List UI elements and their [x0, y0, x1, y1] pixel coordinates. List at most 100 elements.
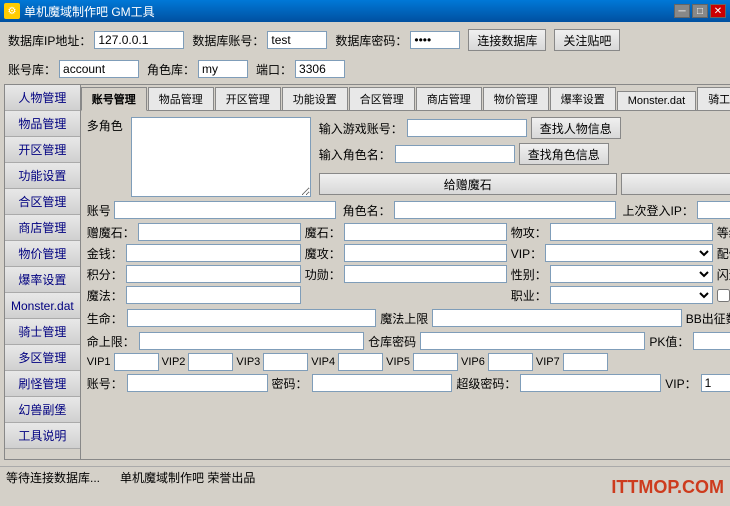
super-password-input[interactable] — [520, 374, 661, 392]
vip2-label: VIP2 — [162, 356, 186, 368]
account-field-input[interactable] — [114, 201, 336, 219]
warehouse-pass-input[interactable] — [420, 332, 645, 350]
vip5-input[interactable] — [413, 353, 458, 371]
bb-label: BB出征数 — [686, 310, 730, 327]
gm-checkbox[interactable] — [717, 289, 730, 302]
pk-input[interactable] — [693, 332, 730, 350]
title-bar: ⚙ 单机魔域制作吧 GM工具 ─ □ ✕ — [0, 0, 730, 22]
tab-functions[interactable]: 功能设置 — [282, 87, 348, 110]
app-icon: ⚙ — [4, 3, 20, 19]
sidebar-item-shop[interactable]: 商店管理 — [5, 215, 80, 241]
achieve-label: 功勋： — [305, 266, 341, 283]
account-info-row: 账号 角色名： 上次登入IP： — [87, 201, 730, 219]
vip6-input[interactable] — [488, 353, 533, 371]
multi-char-textarea[interactable] — [131, 117, 311, 197]
account-lib-input[interactable] — [59, 60, 139, 78]
db-ip-label: 数据库IP地址： — [8, 32, 91, 49]
job-row: 职业： — [511, 286, 713, 304]
magic-limit-input[interactable] — [432, 309, 682, 327]
points-label: 积分： — [87, 266, 123, 283]
form-section-top: 多角色 输入游戏账号： 查找人物信息 输入角色名： 查找角色信息 — [87, 117, 730, 197]
gender-row: 性别： — [511, 265, 713, 283]
money-input[interactable] — [126, 244, 301, 262]
main-container: 数据库IP地址： 数据库账号： 数据库密码： 连接数据库 关注贴吧 账号库： 角… — [0, 22, 730, 464]
sidebar-item-character[interactable]: 人物管理 — [5, 85, 80, 111]
sidebar-item-items[interactable]: 物品管理 — [5, 111, 80, 137]
tab-droprate[interactable]: 爆率设置 — [550, 87, 616, 110]
phys-atk-input[interactable] — [550, 223, 713, 241]
vip6-label: VIP6 — [461, 356, 485, 368]
gift-magic-stone-button[interactable]: 给赠魔石 — [319, 173, 617, 195]
connect-db-button[interactable]: 连接数据库 — [468, 29, 546, 51]
minimize-button[interactable]: ─ — [674, 4, 690, 18]
role-lib-input[interactable] — [198, 60, 248, 78]
vip4-input[interactable] — [338, 353, 383, 371]
gift-magic-stone2-button[interactable]: 给魔石 — [621, 173, 730, 195]
port-input[interactable] — [295, 60, 345, 78]
watermark: ITTMOP.COM — [611, 477, 724, 498]
gift-stone-input[interactable] — [138, 223, 301, 241]
checkbox-row: GM选择 封帖号 — [717, 286, 730, 304]
vip2-input[interactable] — [188, 353, 233, 371]
vip-section: VIP1 VIP2 VIP3 VIP4 VIP5 VIP6 — [87, 353, 730, 450]
sidebar-item-monster-dat[interactable]: Monster.dat — [5, 293, 80, 319]
sidebar-item-spawn[interactable]: 刷怪管理 — [5, 371, 80, 397]
vip4-label: VIP4 — [311, 356, 335, 368]
tab-items[interactable]: 物品管理 — [148, 87, 214, 110]
find-role-button[interactable]: 查找角色信息 — [519, 143, 609, 165]
points-input[interactable] — [126, 265, 301, 283]
vip7-label: VIP7 — [536, 356, 560, 368]
job-select[interactable] — [550, 286, 713, 304]
sidebar-item-multizone[interactable]: 多区管理 — [5, 345, 80, 371]
tab-mergezone[interactable]: 合区管理 — [349, 87, 415, 110]
bottom-account-input[interactable] — [127, 374, 268, 392]
find-player-button[interactable]: 查找人物信息 — [531, 117, 621, 139]
maximize-button[interactable]: □ — [692, 4, 708, 18]
life-top-input[interactable] — [139, 332, 364, 350]
role-name-field-input[interactable] — [394, 201, 616, 219]
db-password-input[interactable] — [410, 31, 460, 49]
game-account-input[interactable] — [407, 119, 527, 137]
tab-prices[interactable]: 物价管理 — [483, 87, 549, 110]
bottom-password-label: 密码： — [272, 375, 308, 392]
db-account-input[interactable] — [267, 31, 327, 49]
spouse-row: 配偶： — [717, 244, 730, 262]
sidebar-item-droprate[interactable]: 爆率设置 — [5, 267, 80, 293]
right-panel: 账号管理 物品管理 开区管理 功能设置 合区管理 商店管理 物价管理 爆率设置 … — [80, 84, 730, 460]
sidebar-item-knight[interactable]: 骑士管理 — [5, 319, 80, 345]
flash-row: 闪速： — [717, 265, 730, 283]
role-name-field-label: 角色名： — [343, 202, 391, 219]
mag-atk-input[interactable] — [344, 244, 507, 262]
bottom-password-input[interactable] — [312, 374, 453, 392]
magic-stone-input[interactable] — [344, 223, 507, 241]
vip3-label: VIP3 — [236, 356, 260, 368]
vip7-input[interactable] — [563, 353, 608, 371]
sidebar-item-prices[interactable]: 物价管理 — [5, 241, 80, 267]
tab-account-management[interactable]: 账号管理 — [81, 87, 147, 111]
tab-shop[interactable]: 商店管理 — [416, 87, 482, 110]
tab-monster-dat[interactable]: Monster.dat — [617, 91, 696, 110]
vip-select[interactable] — [545, 244, 713, 262]
hp-input[interactable] — [127, 309, 377, 327]
sidebar-item-phantom[interactable]: 幻兽副堡 — [5, 397, 80, 423]
close-button[interactable]: ✕ — [710, 4, 726, 18]
sidebar-item-tools[interactable]: 工具说明 — [5, 423, 80, 449]
tab-openzone[interactable]: 开区管理 — [215, 87, 281, 110]
sidebar-item-openzone[interactable]: 开区管理 — [5, 137, 80, 163]
vip1-input[interactable] — [114, 353, 159, 371]
sidebar-item-mergezone[interactable]: 合区管理 — [5, 189, 80, 215]
hp-row: 生命： 魔法上限 BB出征数 确定修改人物信息 — [87, 307, 730, 329]
last-login-ip-input[interactable] — [697, 201, 730, 219]
achieve-input[interactable] — [344, 265, 507, 283]
tab-knight[interactable]: 骑工 — [697, 87, 730, 110]
role-name-input[interactable] — [395, 145, 515, 163]
close-tieba-button[interactable]: 关注贴吧 — [554, 29, 620, 51]
vip1-label: VIP1 — [87, 356, 111, 368]
magic-input[interactable] — [126, 286, 301, 304]
db-password-label: 数据库密码： — [335, 32, 407, 49]
vip3-input[interactable] — [263, 353, 308, 371]
gender-select[interactable] — [550, 265, 713, 283]
db-ip-input[interactable] — [94, 31, 184, 49]
bottom-vip-input[interactable] — [701, 374, 730, 392]
sidebar-item-functions[interactable]: 功能设置 — [5, 163, 80, 189]
